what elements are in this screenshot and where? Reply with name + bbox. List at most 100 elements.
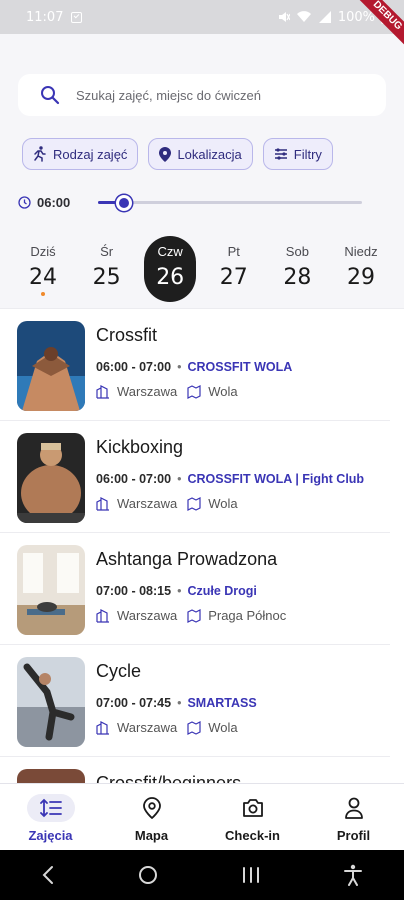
day-item[interactable]: Śr 25 bbox=[81, 236, 133, 302]
class-meta: 07:00 - 08:15 • Czułe Drogi bbox=[96, 584, 286, 598]
class-district: Wola bbox=[208, 496, 238, 511]
club-link[interactable]: CROSSFIT WOLA | Fight Club bbox=[187, 472, 364, 486]
class-location: Warszawa Wola bbox=[96, 720, 257, 735]
class-photo bbox=[17, 433, 85, 523]
clock-icon bbox=[18, 195, 31, 209]
class-hours: 06:00 - 07:00 bbox=[96, 472, 172, 486]
wifi-icon bbox=[296, 11, 311, 22]
nav-icon-wrap bbox=[229, 794, 277, 822]
chip-location[interactable]: Lokalizacja bbox=[148, 138, 253, 170]
class-photo bbox=[17, 769, 85, 783]
class-photo bbox=[17, 657, 85, 747]
map-icon bbox=[187, 384, 201, 399]
back-icon[interactable] bbox=[41, 865, 55, 885]
day-name: Pt bbox=[227, 244, 240, 259]
class-info: Cycle 07:00 - 07:45 • SMARTASS Warszawa … bbox=[96, 657, 257, 756]
nav-label: Zajęcia bbox=[28, 828, 73, 843]
club-link[interactable]: Czułe Drogi bbox=[187, 584, 256, 598]
sliders-icon bbox=[274, 148, 287, 160]
day-number: 27 bbox=[219, 265, 248, 290]
city-icon bbox=[96, 608, 109, 623]
class-district: Wola bbox=[208, 384, 238, 399]
home-icon[interactable] bbox=[137, 864, 159, 886]
class-card[interactable]: Cycle 07:00 - 07:45 • SMARTASS Warszawa … bbox=[0, 645, 390, 757]
day-item[interactable]: Sob 28 bbox=[271, 236, 323, 302]
map-icon bbox=[187, 720, 201, 735]
separator-dot: • bbox=[177, 584, 182, 598]
day-item[interactable]: Pt 27 bbox=[208, 236, 260, 302]
class-info: Crossfit 06:00 - 07:00 • CROSSFIT WOLA W… bbox=[96, 321, 292, 420]
recents-icon[interactable] bbox=[241, 866, 261, 884]
class-city: Warszawa bbox=[117, 496, 178, 511]
status-bar: 11:07 100% DEBUG bbox=[0, 0, 404, 54]
search-bar[interactable] bbox=[18, 74, 386, 116]
class-info: Crossfit/beginners bbox=[96, 769, 241, 783]
app-screen: 11:07 100% DEBUG Rodzaj zajęć Lokalizacj… bbox=[0, 0, 404, 900]
chip-filters[interactable]: Filtry bbox=[262, 138, 333, 170]
class-info: Kickboxing 06:00 - 07:00 • CROSSFIT WOLA… bbox=[96, 433, 364, 532]
club-link[interactable]: CROSSFIT WOLA bbox=[187, 360, 292, 374]
class-info: Ashtanga Prowadzona 07:00 - 08:15 • Czuł… bbox=[96, 545, 286, 644]
nav-icon-wrap bbox=[26, 794, 75, 822]
class-district: Praga Północ bbox=[208, 608, 287, 623]
filter-chips: Rodzaj zajęć Lokalizacja Filtry bbox=[22, 138, 333, 170]
day-item-selected[interactable]: Czw 26 bbox=[144, 236, 197, 302]
city-icon bbox=[96, 496, 109, 511]
nav-item-checkin[interactable]: Check-in bbox=[213, 784, 293, 850]
class-title: Ashtanga Prowadzona bbox=[96, 549, 278, 569]
search-icon bbox=[41, 86, 60, 105]
class-list[interactable]: Crossfit 06:00 - 07:00 • CROSSFIT WOLA W… bbox=[0, 308, 404, 783]
day-name: Sob bbox=[285, 244, 309, 259]
class-hours: 06:00 - 07:00 bbox=[96, 360, 172, 374]
day-name: Czw bbox=[157, 244, 183, 259]
class-meta: 06:00 - 07:00 • CROSSFIT WOLA | Fight Cl… bbox=[96, 472, 364, 486]
class-meta: 06:00 - 07:00 • CROSSFIT WOLA bbox=[96, 360, 292, 374]
search-input[interactable] bbox=[76, 87, 366, 103]
class-card[interactable]: Crossfit/beginners bbox=[0, 757, 390, 783]
city-icon bbox=[96, 384, 109, 399]
slider-track[interactable] bbox=[98, 195, 362, 211]
class-card[interactable]: Crossfit 06:00 - 07:00 • CROSSFIT WOLA W… bbox=[0, 309, 390, 421]
class-hours: 07:00 - 07:45 bbox=[96, 696, 172, 710]
nav-label: Mapa bbox=[134, 828, 169, 843]
time-slider: 06:00 bbox=[18, 192, 368, 212]
system-navigation-bar bbox=[0, 850, 404, 900]
class-photo bbox=[17, 545, 85, 635]
day-item-today[interactable]: Dziś 24 bbox=[17, 236, 69, 302]
nav-item-classes[interactable]: Zajęcia bbox=[11, 784, 91, 850]
class-photo bbox=[17, 321, 85, 411]
class-card[interactable]: Kickboxing 06:00 - 07:00 • CROSSFIT WOLA… bbox=[0, 421, 390, 533]
class-title: Crossfit/beginners bbox=[96, 773, 242, 783]
class-title: Crossfit bbox=[96, 325, 158, 345]
chip-activity-type-label: Rodzaj zajęć bbox=[53, 146, 128, 162]
nav-icon-wrap bbox=[128, 794, 176, 822]
running-person-icon bbox=[34, 146, 46, 162]
day-name: Dziś bbox=[30, 244, 56, 259]
nav-item-map[interactable]: Mapa bbox=[112, 784, 192, 850]
class-card[interactable]: Ashtanga Prowadzona 07:00 - 08:15 • Czuł… bbox=[0, 533, 390, 645]
nav-item-profile[interactable]: Profil bbox=[314, 784, 394, 850]
class-title: Kickboxing bbox=[96, 437, 184, 457]
class-title: Cycle bbox=[96, 661, 142, 681]
day-name: Niedz bbox=[344, 244, 378, 259]
chip-activity-type[interactable]: Rodzaj zajęć bbox=[22, 138, 139, 170]
debug-ribbon: DEBUG bbox=[349, 0, 404, 54]
slider-thumb[interactable] bbox=[116, 195, 132, 211]
sort-list-icon bbox=[39, 798, 62, 818]
day-selector: Dziś 24 Śr 25 Czw 26 Pt 27 Sob 28 Niedz … bbox=[17, 236, 387, 302]
accessibility-icon[interactable] bbox=[343, 864, 363, 886]
notification-icon bbox=[71, 11, 83, 23]
location-pin-icon bbox=[142, 797, 161, 819]
class-city: Warszawa bbox=[117, 720, 178, 735]
battery-percent: 100% bbox=[337, 9, 375, 25]
mute-icon bbox=[278, 12, 290, 22]
signal-icon bbox=[318, 11, 331, 23]
person-icon bbox=[344, 797, 363, 819]
city-icon bbox=[96, 720, 109, 735]
camera-icon bbox=[242, 799, 263, 817]
map-icon bbox=[187, 496, 201, 511]
day-number: 26 bbox=[156, 265, 185, 290]
class-city: Warszawa bbox=[117, 608, 178, 623]
day-item[interactable]: Niedz 29 bbox=[335, 236, 387, 302]
club-link[interactable]: SMARTASS bbox=[187, 696, 256, 710]
